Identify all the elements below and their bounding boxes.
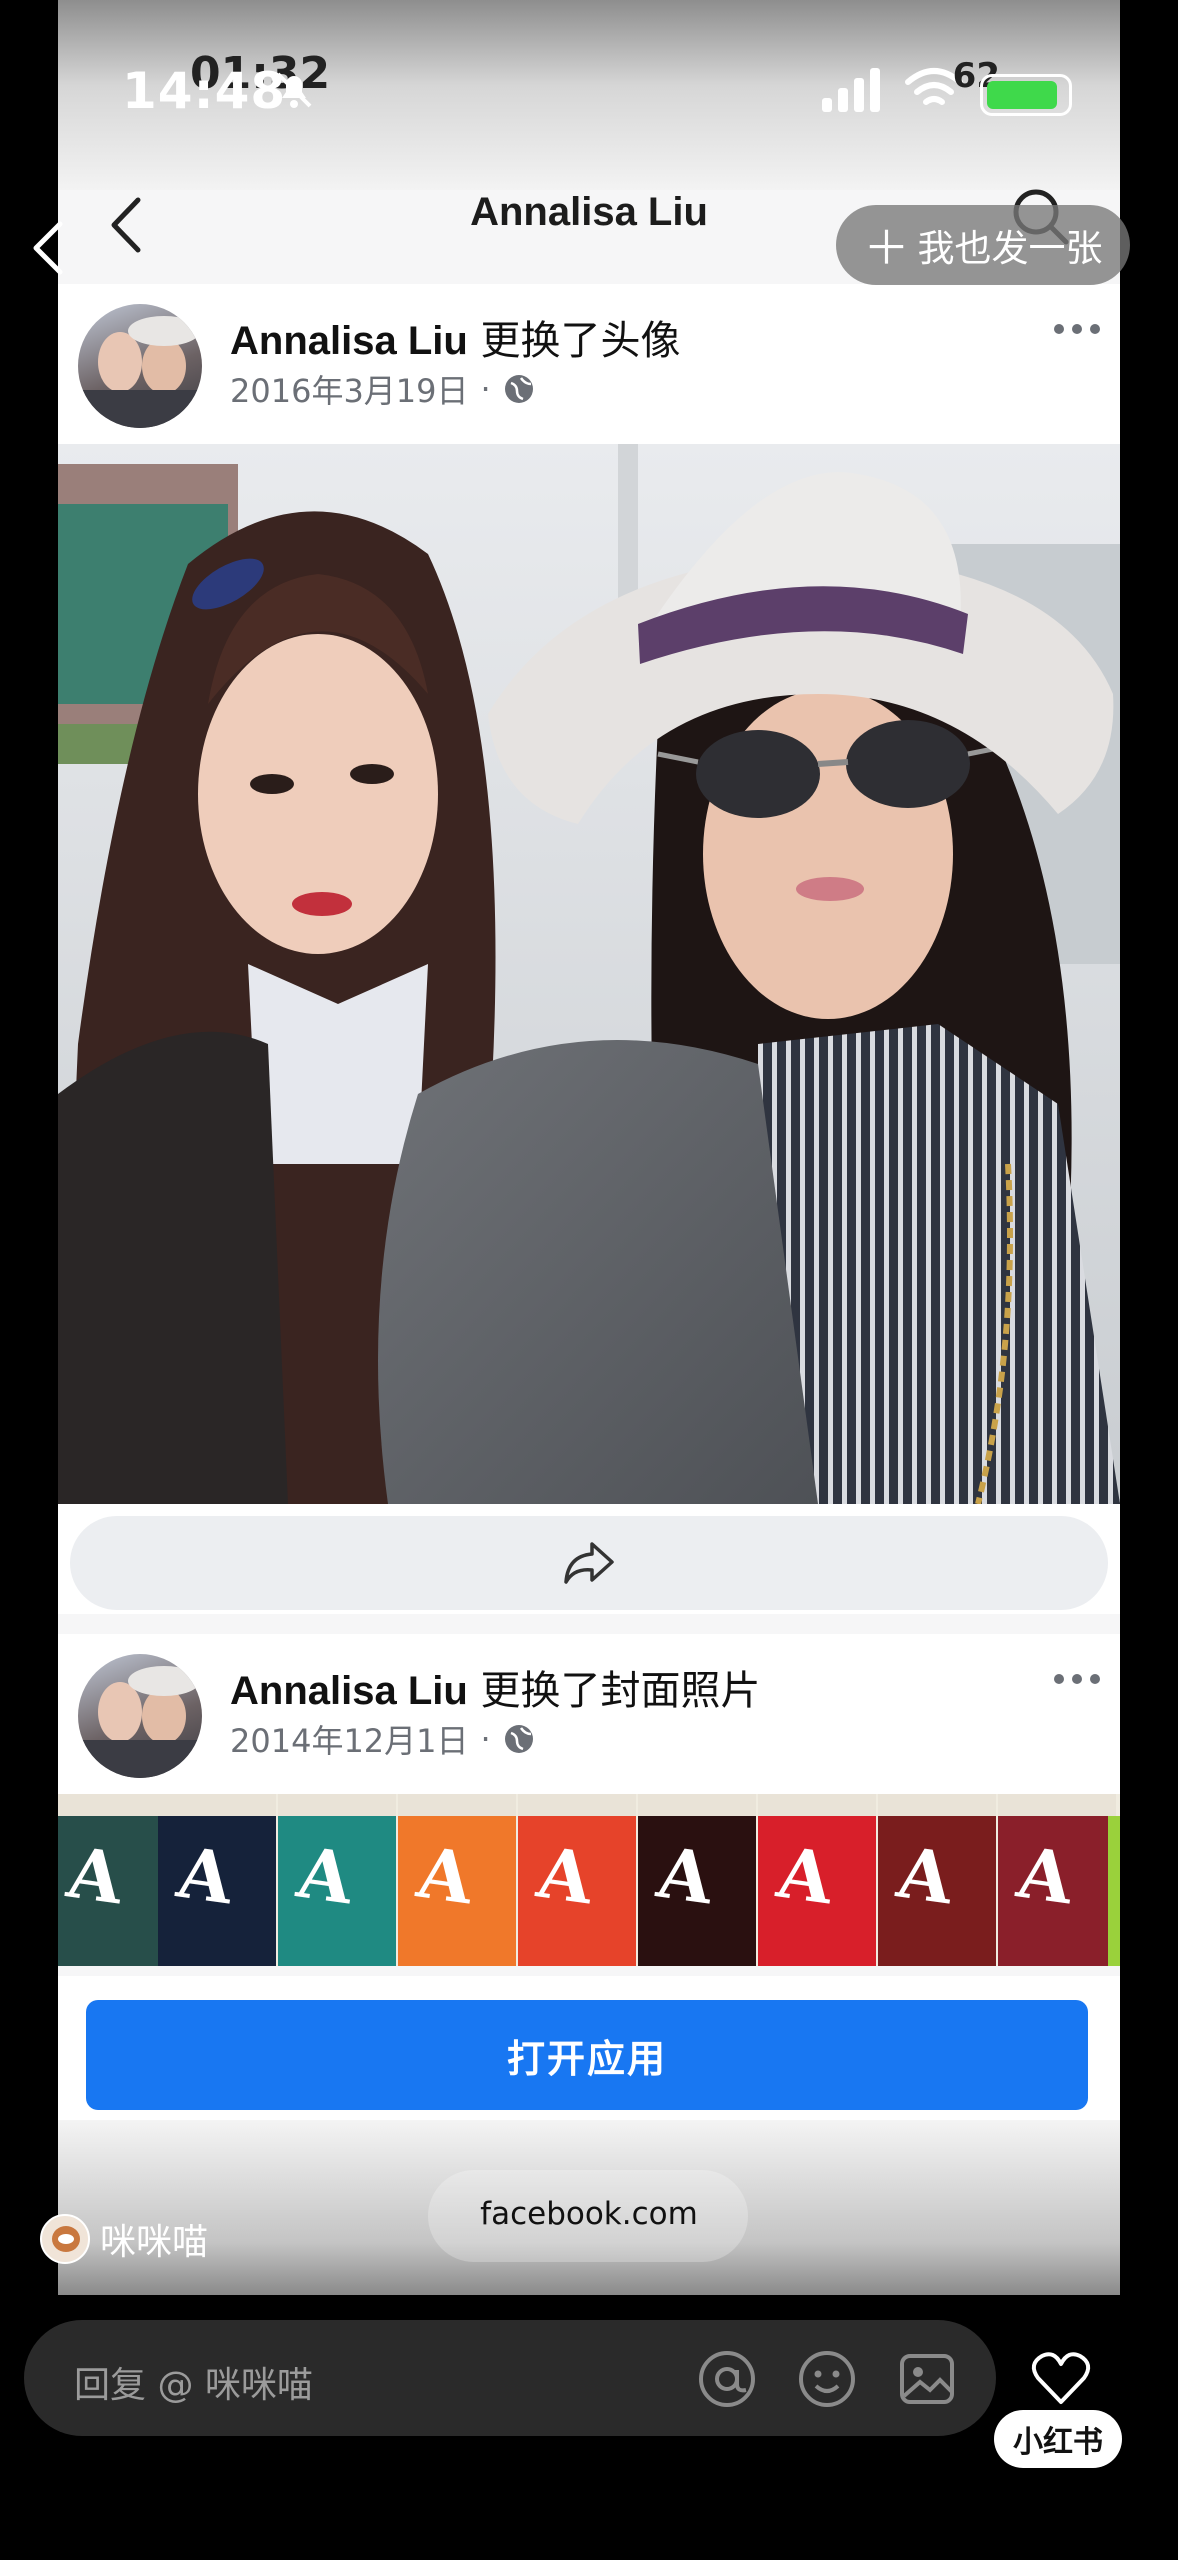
paint-tube: A: [758, 1794, 876, 1966]
domain-label[interactable]: facebook.com: [58, 2196, 1120, 2232]
open-app-banner: 打开应用: [58, 1976, 1120, 2142]
paint-tube: [1108, 1794, 1120, 1966]
emoji-icon[interactable]: [796, 2348, 858, 2410]
paint-tube: A: [998, 1794, 1116, 1966]
post-action: 更换了头像: [467, 318, 681, 364]
post-meta: 2016年3月19日 ·: [230, 366, 535, 412]
post-author[interactable]: Annalisa Liu: [230, 319, 468, 363]
share-bar: [58, 1504, 1120, 1614]
share-icon: [564, 1542, 614, 1584]
share-button[interactable]: [70, 1516, 1108, 1610]
post-author[interactable]: Annalisa Liu: [230, 1669, 468, 1713]
paint-tube: A: [58, 1794, 166, 1966]
cellular-signal-icon: [822, 68, 880, 112]
paint-tube: A: [158, 1794, 276, 1966]
cover-photo[interactable]: A A A A A A A A A: [58, 1794, 1120, 1966]
reply-input[interactable]: 回复 @ 咪咪喵: [24, 2320, 996, 2436]
paint-tube: A: [878, 1794, 996, 1966]
mention-icon[interactable]: [696, 2348, 758, 2410]
post-header: Annalisa Liu 更换了头像 2016年3月19日 ·: [58, 284, 1120, 444]
post-title: Annalisa Liu 更换了封面照片: [230, 1658, 761, 1716]
post-title: Annalisa Liu 更换了头像: [230, 308, 681, 366]
post-card: Annalisa Liu 更换了头像 2016年3月19日 ·: [58, 284, 1120, 1614]
globe-icon: [504, 1725, 533, 1753]
xiaohongshu-logo: 小红书: [994, 2410, 1122, 2468]
paint-tube: A: [278, 1794, 396, 1966]
post-too-button[interactable]: ＋ 我也发一张: [836, 205, 1130, 285]
chevron-left-icon[interactable]: [28, 218, 68, 278]
meta-separator: ·: [480, 1720, 491, 1758]
globe-icon: [504, 375, 533, 403]
avatar[interactable]: [78, 304, 202, 428]
facebook-screenshot: 01:32 14:48 62 Annalisa Liu Annalisa Liu…: [58, 0, 1120, 2295]
post-action: 更换了封面照片: [467, 1668, 761, 1714]
post-header: Annalisa Liu 更换了封面照片 2014年12月1日 ·: [58, 1634, 1120, 1794]
post-card: Annalisa Liu 更换了封面照片 2014年12月1日 · A A A …: [58, 1634, 1120, 1966]
commenter-name: 咪咪喵: [100, 2222, 209, 2263]
comment-author[interactable]: 咪咪喵: [40, 2213, 208, 2265]
status-time: 14:48: [122, 62, 287, 120]
avatar[interactable]: [78, 1654, 202, 1778]
meta-separator: ·: [480, 370, 491, 408]
post-too-label: 我也发一张: [917, 227, 1103, 270]
heart-icon[interactable]: [1030, 2348, 1092, 2410]
paint-tube: A: [518, 1794, 636, 1966]
selfie-photo-illustration: [58, 444, 1120, 1504]
more-options-icon[interactable]: [1054, 324, 1100, 334]
open-app-button[interactable]: 打开应用: [86, 2000, 1088, 2110]
plus-icon: ＋: [863, 221, 910, 275]
battery-icon: [980, 74, 1072, 116]
post-meta: 2014年12月1日 ·: [230, 1716, 535, 1762]
bell-slash-icon: [276, 72, 312, 108]
commenter-avatar: [40, 2214, 90, 2264]
paint-tube: A: [638, 1794, 756, 1966]
post-date: 2014年12月1日: [230, 1722, 469, 1760]
more-options-icon[interactable]: [1054, 1674, 1100, 1684]
reply-placeholder: 回复 @ 咪咪喵: [74, 2365, 313, 2406]
profile-photo[interactable]: [58, 444, 1120, 1504]
paint-tube: A: [398, 1794, 516, 1966]
image-icon[interactable]: [896, 2348, 958, 2410]
post-date: 2016年3月19日: [230, 372, 469, 410]
